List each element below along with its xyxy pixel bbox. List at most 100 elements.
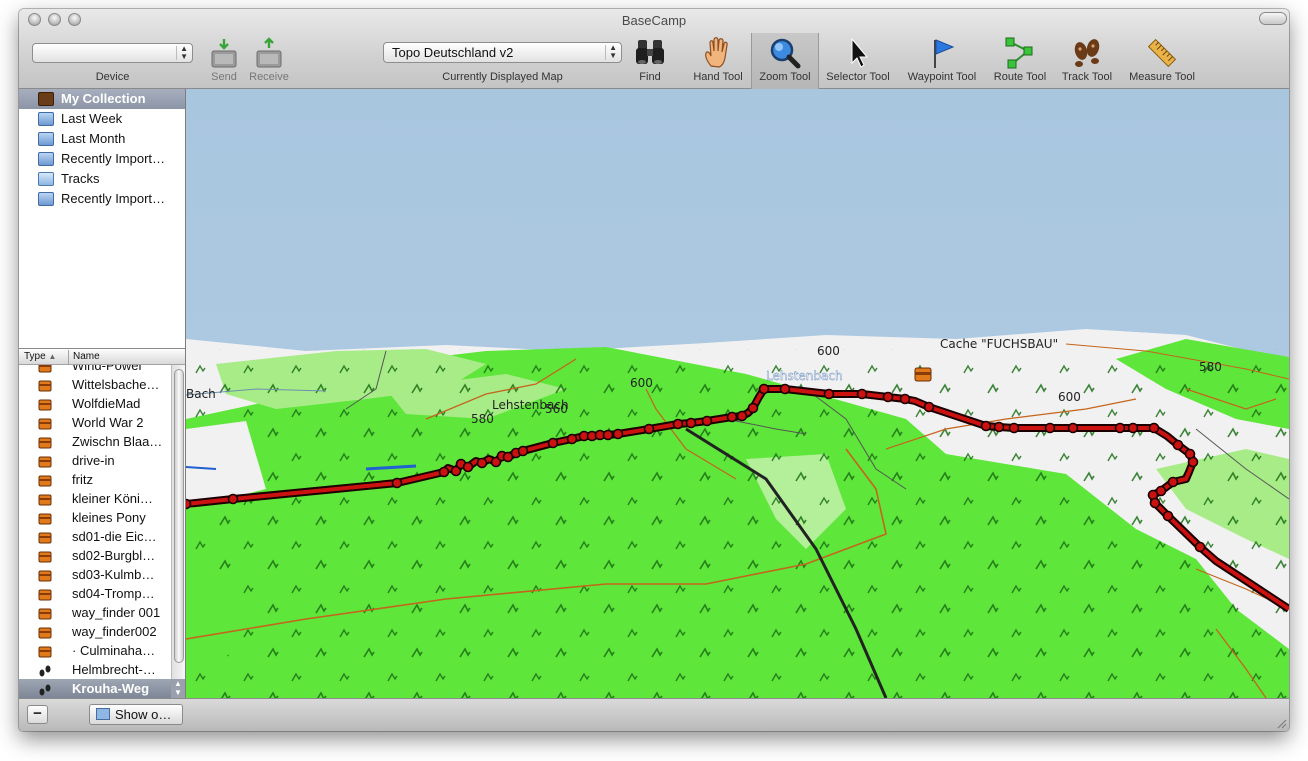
track-point[interactable]: [1127, 422, 1139, 434]
list-item[interactable]: Krouha-Weg: [19, 679, 171, 698]
track-point[interactable]: [1067, 422, 1079, 434]
track-point[interactable]: [602, 429, 614, 441]
track-point[interactable]: [758, 383, 770, 395]
scroll-up-icon[interactable]: ▲: [174, 679, 182, 688]
track-point[interactable]: [1172, 439, 1184, 451]
collection-item-last-week[interactable]: Last Week: [19, 109, 185, 129]
map-select[interactable]: Topo Deutschland v2 ▲ ▼: [383, 42, 622, 63]
track-point[interactable]: [980, 420, 992, 432]
track-point[interactable]: [1162, 510, 1174, 522]
list-item[interactable]: drive-in: [19, 451, 171, 470]
show-on-map-button[interactable]: Show o…: [89, 704, 183, 725]
zoom-tool-button[interactable]: Zoom Tool: [751, 33, 819, 89]
track-point[interactable]: [186, 498, 192, 510]
list-item[interactable]: kleines Pony: [19, 508, 171, 527]
list-item[interactable]: Wittelsbache…: [19, 375, 171, 394]
resize-grip-icon[interactable]: [1275, 717, 1287, 729]
collection-item-recently-imported-2[interactable]: Recently Import…: [19, 189, 185, 209]
track-point[interactable]: [672, 418, 684, 430]
collection-item-my-collection[interactable]: My Collection: [19, 89, 185, 109]
track-point[interactable]: [1114, 422, 1126, 434]
list-item[interactable]: kleiner Köni…: [19, 489, 171, 508]
receive-button[interactable]: Receive: [247, 37, 291, 85]
list-item[interactable]: WolfdieMad: [19, 394, 171, 413]
list-item[interactable]: World War 2: [19, 413, 171, 432]
list-item[interactable]: sd04-Tromp…: [19, 584, 171, 603]
track-point[interactable]: [923, 401, 935, 413]
scroll-down-icon[interactable]: ▼: [174, 688, 182, 697]
hand-tool-button[interactable]: Hand Tool: [687, 37, 749, 85]
track-point[interactable]: [1008, 422, 1020, 434]
track-point[interactable]: [227, 493, 239, 505]
list-item-name: sd02-Burgbl…: [72, 548, 156, 563]
track-point[interactable]: [612, 428, 624, 440]
send-button[interactable]: Send: [207, 37, 241, 85]
track-point[interactable]: [438, 466, 450, 478]
scrollbar-thumb[interactable]: [174, 369, 184, 663]
geocache-icon: [38, 549, 52, 563]
track-point[interactable]: [462, 461, 474, 473]
track-point[interactable]: [1044, 422, 1056, 434]
collection-box-icon: [38, 92, 54, 106]
track-point[interactable]: [856, 388, 868, 400]
track-tool-button[interactable]: Track Tool: [1055, 37, 1119, 85]
track-point[interactable]: [899, 393, 911, 405]
route-tool-button[interactable]: Route Tool: [987, 37, 1053, 85]
collection-item-label: My Collection: [61, 91, 146, 106]
collection-item-label: Recently Import…: [61, 191, 166, 206]
device-select[interactable]: ▲ ▼: [32, 43, 193, 63]
track-point[interactable]: [1187, 456, 1199, 468]
smart-list-icon: [38, 192, 54, 206]
list-scrollbar[interactable]: [171, 365, 185, 679]
list-item[interactable]: sd01-die Eic…: [19, 527, 171, 546]
map-view[interactable]: Bach Lehstenbach Lehstenbach Cache "FUCH…: [186, 89, 1289, 698]
waypoint-tool-button[interactable]: Waypoint Tool: [901, 37, 983, 85]
track-point[interactable]: [547, 437, 559, 449]
track-point[interactable]: [726, 411, 738, 423]
track-point[interactable]: [566, 433, 578, 445]
track-point[interactable]: [476, 457, 488, 469]
collection-item-last-month[interactable]: Last Month: [19, 129, 185, 149]
track-point[interactable]: [643, 423, 655, 435]
track-point[interactable]: [736, 410, 748, 422]
toolbar-toggle-button[interactable]: [1259, 12, 1287, 25]
list-item[interactable]: · Culminaha…: [19, 641, 171, 660]
column-header-type[interactable]: Type ▲: [24, 351, 56, 362]
track-point[interactable]: [1194, 541, 1206, 553]
find-button[interactable]: Find: [632, 37, 668, 85]
selector-tool-button[interactable]: Selector Tool: [821, 37, 895, 85]
remove-button[interactable]: −: [27, 705, 48, 724]
list-item-name: Wind-Power: [72, 365, 143, 373]
list-item[interactable]: Wind-Power: [19, 365, 171, 375]
list-item[interactable]: fritz: [19, 470, 171, 489]
track-point[interactable]: [1167, 476, 1179, 488]
list-item[interactable]: Helmbrecht-…: [19, 660, 171, 679]
track-point[interactable]: [701, 415, 713, 427]
collection-item-tracks[interactable]: Tracks: [19, 169, 185, 189]
map-canvas[interactable]: Bach Lehstenbach Lehstenbach Cache "FUCH…: [186, 89, 1289, 698]
geocache-fuchsbau-marker[interactable]: [914, 367, 932, 382]
scroll-arrows[interactable]: ▲ ▼: [171, 679, 185, 698]
list-item[interactable]: way_finder002: [19, 622, 171, 641]
track-point[interactable]: [747, 402, 759, 414]
list-item[interactable]: way_finder 001: [19, 603, 171, 622]
list-item[interactable]: Zwischn Blaa…: [19, 432, 171, 451]
measure-tool-button[interactable]: Measure Tool: [1123, 37, 1201, 85]
track-point[interactable]: [882, 391, 894, 403]
track-point[interactable]: [517, 445, 529, 457]
list-item[interactable]: sd03-Kulmb…: [19, 565, 171, 584]
split-divider[interactable]: [19, 348, 185, 349]
track-point[interactable]: [823, 388, 835, 400]
list-item[interactable]: sd02-Burgbl…: [19, 546, 171, 565]
track-point[interactable]: [1149, 497, 1161, 509]
collection-item-recently-imported-1[interactable]: Recently Import…: [19, 149, 185, 169]
column-header-name[interactable]: Name: [73, 351, 100, 362]
map-icon: [96, 708, 110, 720]
track-point[interactable]: [993, 421, 1005, 433]
map-select-label: Currently Displayed Map: [442, 71, 563, 83]
geocache-icon: [38, 473, 52, 487]
track-point[interactable]: [779, 383, 791, 395]
track-point[interactable]: [685, 417, 697, 429]
track-point[interactable]: [391, 477, 403, 489]
track-point[interactable]: [1148, 422, 1160, 434]
